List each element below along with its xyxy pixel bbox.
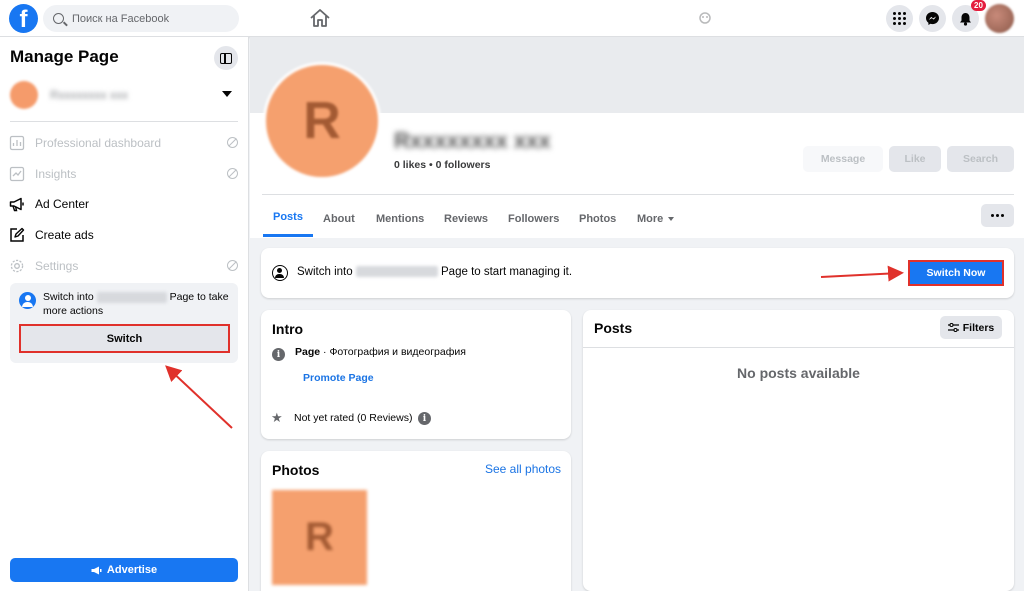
tab-followers[interactable]: Followers (498, 200, 569, 237)
unavailable-icon (227, 260, 238, 271)
switch-profile-card: Switch into Page to take more actions Sw… (10, 283, 238, 363)
photos-title: Photos (272, 462, 320, 478)
page-category: Page · Фотография и видеография (295, 346, 466, 358)
sidebar-item-label: Professional dashboard (35, 136, 162, 150)
switch-button[interactable]: Switch (19, 324, 230, 353)
search-input[interactable] (72, 12, 222, 25)
sidebar-item-label: Ad Center (35, 197, 90, 211)
sidebar-item-label: Settings (35, 259, 79, 273)
star-icon: ★ (271, 410, 283, 425)
search-page-button[interactable]: Search (947, 146, 1014, 172)
facebook-logo[interactable]: f (9, 4, 38, 33)
sidebar-item-label: Insights (35, 167, 77, 181)
tabs-divider (262, 194, 1014, 195)
message-label: Message (820, 153, 866, 165)
page-selector[interactable]: Rxxxxxxxx xxx (10, 81, 238, 109)
tab-reviews[interactable]: Reviews (434, 200, 498, 237)
megaphone-icon (91, 566, 102, 574)
message-button[interactable]: Message (803, 146, 883, 172)
rating-text: Not yet rated (0 Reviews) (294, 412, 413, 424)
switch-banner-text: Switch into Page to start managing it. (297, 266, 573, 278)
tab-about[interactable]: About (313, 200, 365, 237)
unavailable-icon (227, 137, 238, 148)
more-options-button[interactable] (981, 204, 1014, 227)
sidebar-item-insights[interactable]: Insights (8, 162, 240, 186)
switch-now-button[interactable]: Switch Now (908, 260, 1004, 286)
info-icon: i (272, 348, 285, 361)
unavailable-icon (227, 168, 238, 179)
sidebar-item-professional-dashboard[interactable]: Professional dashboard (8, 131, 240, 155)
panel-icon (220, 52, 232, 64)
edit-icon (8, 226, 26, 244)
user-circle-icon (272, 265, 288, 281)
see-all-photos-link[interactable]: See all photos (485, 462, 561, 476)
top-navigation-bar: f 20 (0, 0, 1024, 37)
promote-page-link[interactable]: Promote Page (303, 372, 374, 384)
messenger-button[interactable] (919, 5, 946, 32)
tab-more[interactable]: More (627, 200, 684, 237)
caret-down-icon (668, 216, 675, 221)
page-name-blurred: Rxxxxxxxx xxx (394, 128, 551, 153)
page-stats: 0 likes • 0 followers (394, 159, 491, 171)
page-avatar (10, 81, 38, 109)
manage-page-sidebar: Manage Page Rxxxxxxxx xxx Professional d… (0, 37, 249, 591)
filters-label: Filters (962, 321, 995, 334)
messenger-icon (926, 12, 939, 25)
bell-icon (960, 12, 971, 26)
like-label: Like (904, 153, 926, 165)
advertise-label: Advertise (106, 564, 158, 576)
switch-card-text: Switch into Page to take more actions (43, 291, 229, 317)
page-selector-name: Rxxxxxxxx xxx (50, 88, 128, 102)
no-posts-message: No posts available (737, 365, 860, 381)
sidebar-item-settings[interactable]: Settings (8, 254, 240, 278)
search-box[interactable] (43, 5, 239, 32)
dashboard-icon (8, 134, 26, 152)
apps-menu-button[interactable] (886, 5, 913, 32)
home-icon[interactable] (309, 8, 331, 28)
page-profile-picture[interactable]: R (263, 62, 381, 180)
notification-count-badge: 20 (971, 0, 986, 11)
user-circle-icon (19, 292, 36, 309)
intro-title: Intro (272, 321, 304, 337)
apps-grid-icon (893, 12, 906, 25)
gaming-icon[interactable] (697, 10, 713, 24)
megaphone-icon (8, 195, 26, 213)
sidebar-title: Manage Page (10, 47, 119, 66)
like-button[interactable]: Like (889, 146, 941, 172)
toggle-panel-button[interactable] (214, 46, 238, 70)
insights-icon (8, 165, 26, 183)
caret-down-icon[interactable] (222, 91, 232, 97)
filters-button[interactable]: Filters (940, 316, 1002, 339)
tab-photos[interactable]: Photos (569, 200, 626, 237)
info-icon[interactable]: i (418, 412, 431, 425)
sidebar-item-ad-center[interactable]: Ad Center (8, 192, 240, 216)
account-avatar[interactable] (985, 4, 1014, 33)
tab-mentions[interactable]: Mentions (366, 200, 434, 237)
tab-posts[interactable]: Posts (263, 200, 313, 237)
photo-thumbnail[interactable]: R (272, 490, 367, 585)
sidebar-item-create-ads[interactable]: Create ads (8, 223, 240, 247)
sidebar-divider (10, 121, 238, 122)
blurred-page-name (96, 291, 167, 303)
advertise-button[interactable]: Advertise (10, 558, 238, 582)
search-icon (53, 13, 64, 24)
posts-title: Posts (594, 320, 633, 336)
sliders-icon (947, 323, 959, 332)
posts-divider (583, 347, 1014, 348)
posts-card (583, 310, 1014, 591)
gear-icon (8, 257, 26, 275)
search-label: Search (962, 153, 999, 165)
blurred-page-name (355, 266, 438, 278)
sidebar-item-label: Create ads (35, 228, 94, 242)
